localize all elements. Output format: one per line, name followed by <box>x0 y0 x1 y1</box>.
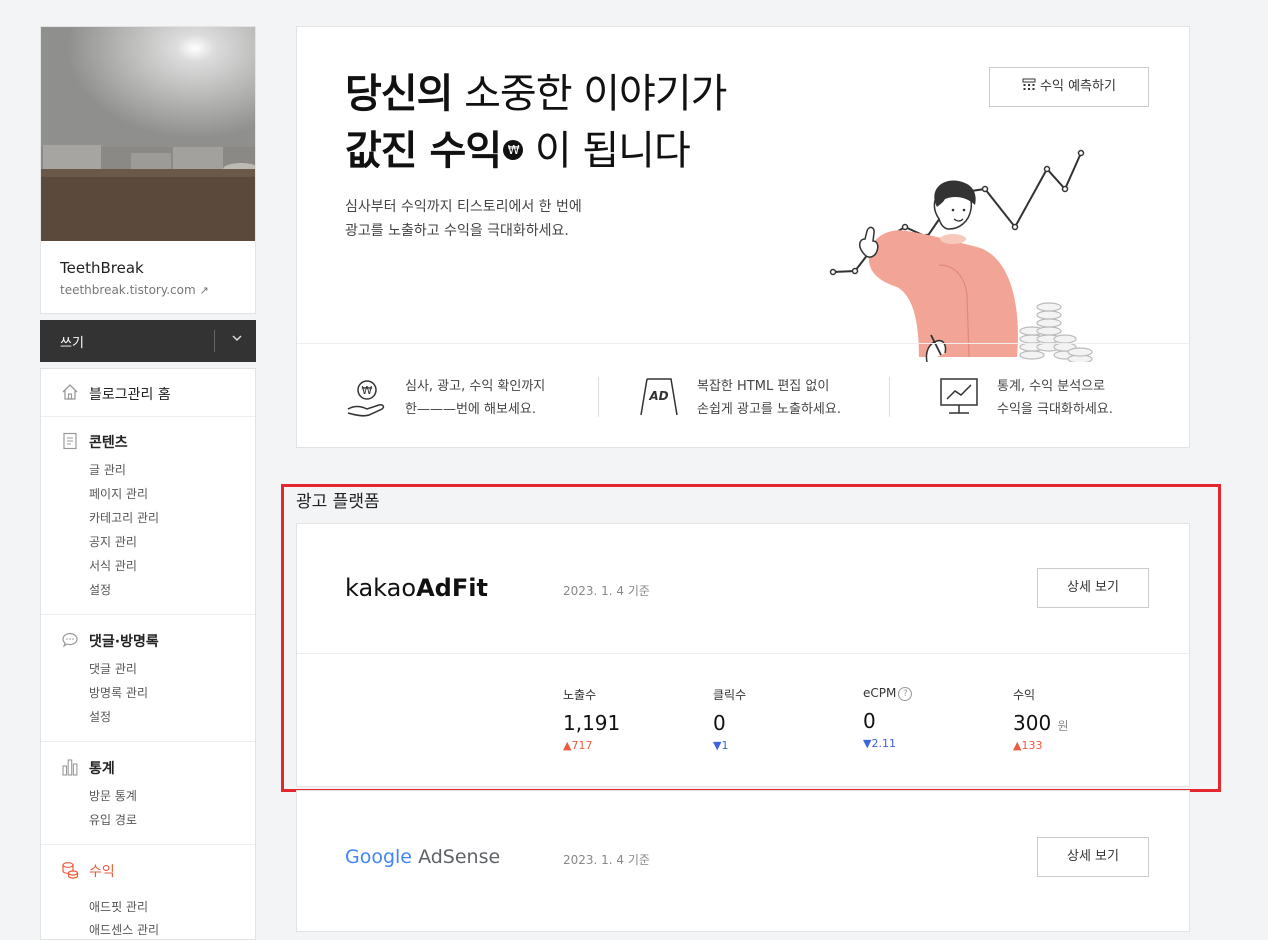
sidebar-subitem-category-manage[interactable]: 카테고리 관리 <box>89 509 159 526</box>
hero-description-line1: 심사부터 수익까지 티스토리에서 한 번에 <box>345 199 582 215</box>
adsense-card: Google AdSense 2023. 1. 4 기준 상세 보기 <box>296 790 1190 932</box>
sidebar-section-comments: 댓글·방명록 댓글 관리 방명록 관리 설정 <box>41 615 255 742</box>
feature-no-html-text: 복잡한 HTML 편집 없이 손쉽게 광고를 노출하세요. <box>697 379 841 417</box>
calculator-icon <box>1022 70 1036 108</box>
blog-name[interactable]: TeethBreak <box>60 259 144 277</box>
document-icon <box>61 432 79 450</box>
sidebar-subitem-page-manage[interactable]: 페이지 관리 <box>89 485 148 502</box>
feature-one-stop: ₩ 심사, 광고, 수익 확인까지 한———번에 해보세요. <box>345 363 585 433</box>
hero-headline-line2: 값진 수익 ₩ 이 됩니다 <box>345 128 691 174</box>
write-post-button[interactable]: 쓰기 <box>40 320 256 362</box>
external-link-icon: ↗ <box>199 284 209 297</box>
sidebar-subitem-content-settings[interactable]: 설정 <box>89 581 111 598</box>
coins-icon <box>61 861 79 879</box>
sidebar-section-home[interactable]: 블로그관리 홈 <box>41 369 255 417</box>
svg-text:₩: ₩ <box>362 384 373 397</box>
blog-profile-card: TeethBreak teethbreak.tistory.com ↗ <box>40 26 256 314</box>
sidebar-menu: 블로그관리 홈 콘텐츠 글 관리 페이지 관리 카테고리 관리 공지 관리 서식… <box>40 368 256 940</box>
sidebar-subitem-visit-stats[interactable]: 방문 통계 <box>89 787 137 804</box>
sidebar-section-stats: 통계 방문 통계 유입 경로 <box>41 742 255 845</box>
sidebar-item-earnings[interactable]: 수익 <box>89 861 115 881</box>
google-adsense-logo: Google AdSense <box>345 846 501 868</box>
write-label[interactable]: 쓰기 <box>60 332 84 351</box>
won-badge-icon: ₩ <box>503 140 524 160</box>
ad-board-icon: AD <box>637 375 681 419</box>
hero-headline-line1: 당신의 소중한 이야기가 <box>345 71 727 117</box>
chevron-down-icon[interactable] <box>228 330 246 350</box>
monitor-chart-icon <box>937 375 981 419</box>
sidebar-subitem-post-manage[interactable]: 글 관리 <box>89 461 126 478</box>
sidebar-subitem-adfit-manage[interactable]: 애드핏 관리 <box>89 898 148 915</box>
sidebar-item-stats[interactable]: 통계 <box>89 758 115 778</box>
sidebar-subitem-adsense-manage[interactable]: 애드센스 관리 <box>89 921 159 938</box>
sidebar-item-comments[interactable]: 댓글·방명록 <box>89 631 159 651</box>
feature-one-stop-text: 심사, 광고, 수익 확인까지 한———번에 해보세요. <box>405 379 546 417</box>
hero-divider <box>297 343 1189 344</box>
feature-separator <box>889 377 890 417</box>
sidebar-item-content[interactable]: 콘텐츠 <box>89 432 128 452</box>
sidebar-subitem-guestbook-manage[interactable]: 방명록 관리 <box>89 684 148 701</box>
sidebar-section-earnings: 수익 애드핏 관리 애드센스 관리 <box>41 845 255 939</box>
highlight-frame <box>281 484 1221 792</box>
sidebar-subitem-template-manage[interactable]: 서식 관리 <box>89 557 137 574</box>
blog-profile-photo[interactable] <box>41 27 255 241</box>
sidebar-subitem-notice-manage[interactable]: 공지 관리 <box>89 533 137 550</box>
sidebar-item-home[interactable]: 블로그관리 홈 <box>89 384 171 404</box>
sidebar-subitem-referrer[interactable]: 유입 경로 <box>89 811 137 828</box>
speech-bubble-icon <box>61 631 79 649</box>
revenue-hero-banner: 당신의 소중한 이야기가 값진 수익 ₩ 이 됩니다 심사부터 수익까지 티스토리… <box>296 26 1190 448</box>
write-divider <box>214 330 215 352</box>
hero-illustration <box>829 149 1093 362</box>
feature-separator <box>598 377 599 417</box>
sidebar-subitem-comment-settings[interactable]: 설정 <box>89 708 111 725</box>
bar-chart-icon <box>61 758 79 776</box>
hero-description-line2: 광고를 노출하고 수익을 극대화하세요. <box>345 223 569 239</box>
feature-no-html: AD 복잡한 HTML 편집 없이 손쉽게 광고를 노출하세요. <box>637 363 877 433</box>
svg-text:AD: AD <box>648 389 668 403</box>
home-icon <box>61 383 79 401</box>
sidebar-subitem-comment-manage[interactable]: 댓글 관리 <box>89 660 137 677</box>
blog-url-text[interactable]: teethbreak.tistory.com <box>60 283 196 297</box>
blog-url-link[interactable]: teethbreak.tistory.com ↗ <box>60 283 209 297</box>
hand-coin-icon: ₩ <box>345 375 389 419</box>
feature-analytics-text: 통계, 수익 분석으로 수익을 극대화하세요. <box>997 379 1113 417</box>
adsense-date: 2023. 1. 4 기준 <box>563 853 650 867</box>
feature-analytics: 통계, 수익 분석으로 수익을 극대화하세요. <box>937 363 1177 433</box>
sidebar-section-content: 콘텐츠 글 관리 페이지 관리 카테고리 관리 공지 관리 서식 관리 설정 <box>41 417 255 615</box>
revenue-predict-button[interactable]: 수익 예측하기 <box>989 67 1149 107</box>
adsense-detail-button[interactable]: 상세 보기 <box>1037 837 1149 877</box>
